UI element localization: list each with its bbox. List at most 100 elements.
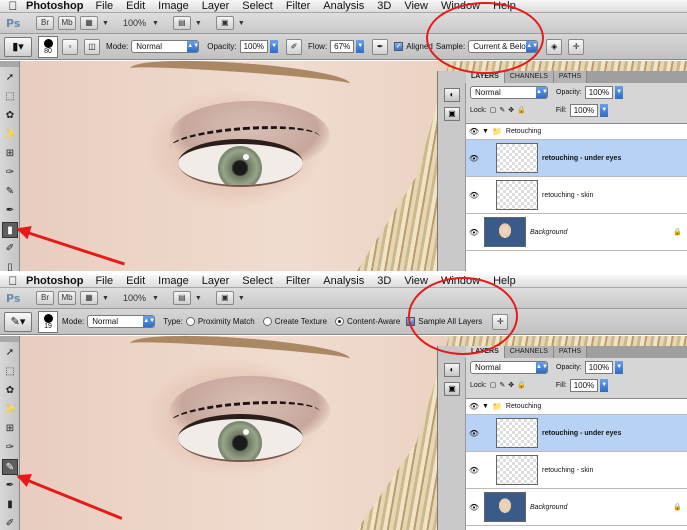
eye-visibility-icon[interactable]: 👁 (466, 228, 482, 237)
eyedropper-tool-icon[interactable]: ✑ (2, 165, 18, 181)
adjustments-icon[interactable]: ◐ (444, 363, 460, 377)
menu-3d[interactable]: 3D (377, 275, 391, 287)
flow-field[interactable]: 67% (330, 40, 355, 53)
menu-select[interactable]: Select (242, 275, 273, 287)
blend-mode-select[interactable]: Normal ▲▼ (470, 85, 548, 99)
eraser-tool-icon[interactable]: ▯ (2, 260, 18, 271)
brush-panel-icon[interactable]: ▫ (62, 38, 78, 55)
airbrush-icon[interactable]: ✒ (372, 38, 389, 55)
menu-view[interactable]: View (404, 0, 428, 12)
layer-row[interactable]: 👁 retouching - under eyes (466, 140, 687, 177)
disclosure-triangle-icon[interactable]: ▼ (482, 403, 489, 410)
bridge-button[interactable]: Br (36, 291, 54, 305)
menu-filter[interactable]: Filter (286, 275, 310, 287)
mini-bridge-button[interactable]: Mb (58, 16, 76, 30)
layer-row[interactable]: 👁 retouching - under eyes (466, 415, 687, 452)
crop-tool-icon[interactable]: ⊞ (2, 421, 18, 437)
eye-visibility-icon[interactable]: 👁 (466, 154, 482, 163)
content-aware-radio[interactable] (335, 317, 345, 326)
menu-select[interactable]: Select (242, 0, 273, 12)
apple-icon[interactable]:  (0, 275, 26, 288)
masks-icon[interactable]: ▣ (444, 382, 460, 396)
panel-grip[interactable] (0, 336, 19, 342)
brush-picker[interactable]: 19 (38, 310, 58, 333)
lasso-tool-icon[interactable]: ✿ (2, 383, 18, 399)
app-menu[interactable]: Photoshop (26, 275, 83, 287)
mini-bridge-button[interactable]: Mb (58, 291, 76, 305)
quick-selection-tool-icon[interactable]: ✨ (2, 127, 18, 143)
menu-edit[interactable]: Edit (126, 275, 145, 287)
menu-filter[interactable]: Filter (286, 0, 310, 12)
create-texture-radio[interactable] (262, 317, 272, 326)
aligned-checkbox[interactable]: ✓ (394, 42, 404, 51)
mode-select[interactable]: Normal ▲▼ (131, 40, 200, 53)
chevron-down-icon[interactable]: ▼ (356, 40, 365, 53)
menu-view[interactable]: View (404, 275, 428, 287)
eye-visibility-icon[interactable]: 👁 (466, 191, 482, 200)
arrange-documents-button[interactable]: ▤ (172, 16, 191, 30)
layer-group-row[interactable]: 👁 ▼ 📁 Retouching (466, 399, 687, 415)
disclosure-triangle-icon[interactable]: ▼ (482, 128, 489, 135)
apple-icon[interactable]:  (0, 0, 26, 13)
menu-3d[interactable]: 3D (377, 0, 391, 12)
lock-position-icon[interactable]: ✥ (508, 106, 514, 114)
fill-field[interactable]: 100% (569, 103, 599, 117)
opacity-field[interactable]: 100% (239, 40, 269, 53)
view-extras-button[interactable]: ▦ (80, 16, 98, 30)
chevron-down-icon[interactable]: ▼ (600, 103, 609, 117)
tab-paths[interactable]: PATHS (553, 346, 588, 358)
screen-mode-button[interactable]: ▣ (215, 16, 234, 30)
history-brush-tool-icon[interactable]: ✐ (2, 241, 18, 257)
marquee-tool-icon[interactable]: ⬚ (2, 364, 18, 380)
menu-layer[interactable]: Layer (202, 275, 230, 287)
blend-mode-select[interactable]: Normal ▲▼ (470, 360, 548, 374)
eye-visibility-icon[interactable]: 👁 (466, 503, 482, 512)
chevron-down-icon[interactable]: ▼ (615, 360, 624, 374)
healing-brush-tool-icon[interactable]: ✎ (2, 184, 18, 200)
chevron-down-icon[interactable]: ▼ (195, 295, 202, 302)
spot-healing-brush-tool-icon[interactable]: ✎▾ (4, 311, 32, 332)
history-brush-tool-icon[interactable]: ✐ (2, 516, 18, 530)
chevron-down-icon[interactable]: ▼ (195, 20, 202, 27)
menu-file[interactable]: File (95, 0, 113, 12)
arrange-documents-button[interactable]: ▤ (172, 291, 191, 305)
brush-picker[interactable]: 80 (38, 35, 58, 58)
zoom-level[interactable]: 100% (123, 293, 146, 303)
chevron-down-icon[interactable]: ▼ (600, 378, 609, 392)
screen-mode-button[interactable]: ▣ (215, 291, 234, 305)
chevron-down-icon[interactable]: ▼ (152, 295, 159, 302)
menu-analysis[interactable]: Analysis (323, 0, 364, 12)
ignore-adjustment-layers-icon[interactable]: ◈ (546, 38, 563, 55)
tab-channels[interactable]: CHANNELS (504, 346, 554, 358)
adjustments-icon[interactable]: ◐ (444, 88, 460, 102)
marquee-tool-icon[interactable]: ⬚ (2, 89, 18, 105)
fill-field[interactable]: 100% (569, 378, 599, 392)
layer-opacity-field[interactable]: 100% (584, 360, 614, 374)
spot-healing-brush-tool-icon[interactable]: ✎ (2, 459, 18, 475)
zoom-level[interactable]: 100% (123, 18, 146, 28)
pressure-size-icon[interactable]: ✛ (568, 38, 585, 55)
chevron-down-icon[interactable]: ▼ (615, 85, 624, 99)
layer-opacity-field[interactable]: 100% (584, 85, 614, 99)
lock-pixels-icon[interactable]: ✎ (499, 106, 505, 114)
brush-tool-icon[interactable]: ✒ (2, 203, 18, 219)
chevron-down-icon[interactable]: ▼ (102, 20, 109, 27)
eyedropper-tool-icon[interactable]: ✑ (2, 440, 18, 456)
chevron-down-icon[interactable]: ▼ (270, 40, 279, 53)
move-tool-icon[interactable]: ➚ (2, 70, 18, 86)
layer-row[interactable]: 👁 Background 🔒 (466, 214, 687, 251)
lock-transparency-icon[interactable]: ▢ (490, 381, 497, 389)
bridge-button[interactable]: Br (36, 16, 54, 30)
menu-edit[interactable]: Edit (126, 0, 145, 12)
pressure-opacity-icon[interactable]: ✐ (286, 38, 303, 55)
tab-channels[interactable]: CHANNELS (504, 71, 554, 83)
proximity-match-radio[interactable] (185, 317, 195, 326)
layer-row[interactable]: 👁 Background 🔒 (466, 489, 687, 526)
clone-source-icon[interactable]: ◫ (84, 38, 100, 55)
eye-visibility-icon[interactable]: 👁 (466, 466, 482, 475)
lock-pixels-icon[interactable]: ✎ (499, 381, 505, 389)
view-extras-button[interactable]: ▦ (80, 291, 98, 305)
menu-image[interactable]: Image (158, 0, 189, 12)
tab-paths[interactable]: PATHS (553, 71, 588, 83)
lock-transparency-icon[interactable]: ▢ (490, 106, 497, 114)
